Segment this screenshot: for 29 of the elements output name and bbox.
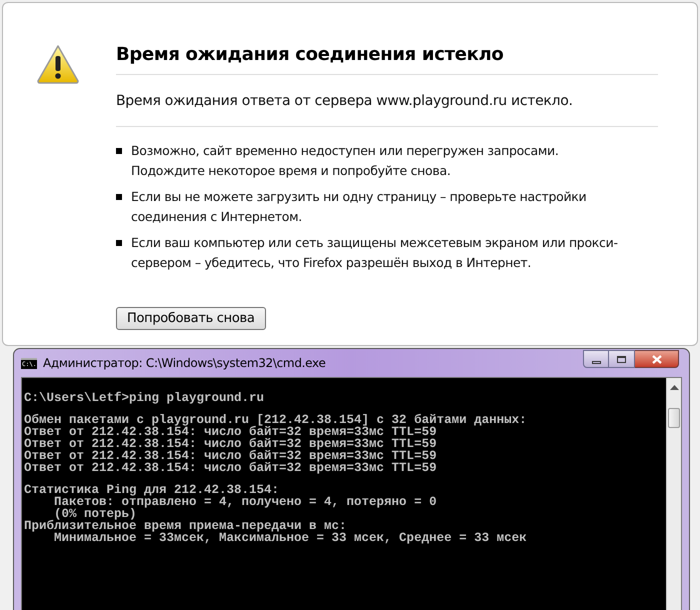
suggestion-text: Если вы не можете загрузить ни одну страницу – проверьте настройки соединения с Интернетом. bbox=[131, 188, 588, 226]
close-icon bbox=[652, 354, 662, 364]
close-button[interactable] bbox=[635, 350, 679, 368]
bullet-icon bbox=[116, 148, 122, 154]
retry-button[interactable]: Попробовать снова bbox=[116, 307, 266, 330]
scroll-up-icon[interactable] bbox=[670, 384, 678, 390]
console-line: Ответ от 212.42.38.154: число байт=32 время=33мс TTL=59 bbox=[24, 450, 437, 462]
scroll-thumb[interactable] bbox=[668, 408, 680, 428]
console-line: (0% потерь) bbox=[54, 508, 137, 520]
error-title: Время ожидания соединения истекло bbox=[116, 41, 658, 75]
console-line: Ответ от 212.42.38.154: число байт=32 время=33мс TTL=59 bbox=[24, 426, 437, 438]
console-line: Минимальное = 33мсек, Максимальное = 33 мсек, Среднее = 33 мсек bbox=[54, 532, 527, 544]
error-message: Время ожидания ответа от сервера www.playground.ru истекло. bbox=[116, 75, 658, 127]
bullet-icon bbox=[116, 240, 122, 246]
console-line: Приблизительное время приема-передачи в мс: bbox=[24, 520, 347, 532]
scrollbar[interactable] bbox=[666, 378, 681, 610]
console-line: C:\Users\Letf>ping playground.ru bbox=[24, 392, 264, 404]
maximize-button[interactable] bbox=[609, 350, 635, 368]
minimize-button[interactable] bbox=[583, 350, 609, 368]
window-title: Администратор: C:\Windows\system32\cmd.exe bbox=[43, 355, 326, 372]
bullet-icon bbox=[116, 194, 122, 200]
console-line: Пакетов: отправлено = 4, получено = 4, потеряно = 0 bbox=[53, 496, 437, 508]
console-line: Обмен пакетами с playground.ru [212.42.38.154] с 32 байтами данных: bbox=[24, 414, 527, 426]
warning-icon bbox=[36, 44, 80, 84]
suggestion-text: Если ваш компьютер или сеть защищены межсетевым экраном или прокси-сервером – убедитесь, что Firefox разрешён выход в Интернет. bbox=[131, 234, 619, 272]
console-line: Ответ от 212.42.38.154: число байт=32 время=33мс TTL=59 bbox=[24, 462, 437, 474]
console-line: Статистика Ping для 212.42.38.154: bbox=[24, 484, 280, 496]
console-line: Ответ от 212.42.38.154: число байт=32 время=33мс TTL=59 bbox=[24, 438, 437, 450]
suggestion-text: Возможно, сайт временно недоступен или перегружен запросами. Подождите некоторое время и попробуйте снова. bbox=[131, 142, 560, 180]
